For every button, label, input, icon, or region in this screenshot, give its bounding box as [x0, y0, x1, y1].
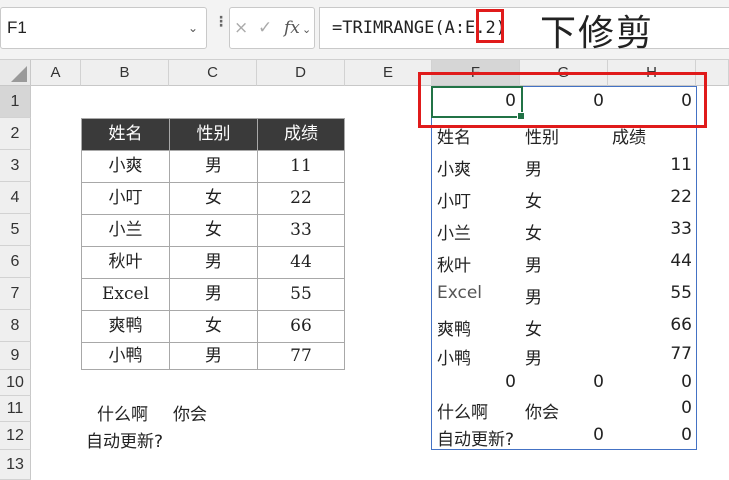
- spill-cell[interactable]: 0: [432, 372, 516, 392]
- row-header-6[interactable]: 6: [0, 246, 31, 278]
- column-header-a[interactable]: A: [31, 60, 81, 86]
- confirm-icon[interactable]: ✓: [258, 18, 272, 38]
- row-header-8[interactable]: 8: [0, 310, 31, 342]
- spill-cell[interactable]: Excel: [437, 283, 482, 303]
- row-header-1[interactable]: 1: [0, 86, 31, 118]
- spill-cell[interactable]: 男: [525, 251, 542, 276]
- spill-cell[interactable]: 44: [608, 251, 692, 271]
- table-cell[interactable]: 22: [257, 182, 345, 215]
- table-cell[interactable]: 小鸭: [81, 342, 170, 370]
- column-header-d[interactable]: D: [257, 60, 345, 86]
- spill-cell[interactable]: 自动更新?: [437, 425, 514, 450]
- table-cell[interactable]: 55: [257, 278, 345, 311]
- spill-cell[interactable]: 22: [608, 187, 692, 207]
- row-header-2[interactable]: 2: [0, 118, 31, 150]
- spill-cell[interactable]: 男: [525, 344, 542, 369]
- name-box-value: F1: [7, 18, 27, 37]
- table-cell[interactable]: 女: [169, 182, 258, 215]
- table-cell[interactable]: 77: [257, 342, 345, 370]
- name-box[interactable]: F1 ⌄: [0, 7, 207, 49]
- row-header-7[interactable]: 7: [0, 278, 31, 310]
- spill-cell[interactable]: 0: [608, 398, 692, 418]
- column-header-b[interactable]: B: [81, 60, 169, 86]
- table-cell[interactable]: 小叮: [81, 182, 170, 215]
- row-header-10[interactable]: 10: [0, 370, 31, 396]
- formula-prefix: =TRIMRANGE(A:E: [332, 18, 476, 38]
- spill-cell[interactable]: 爽鸭: [437, 315, 471, 340]
- spill-cell[interactable]: 77: [608, 344, 692, 364]
- spill-cell[interactable]: 小爽: [437, 155, 471, 180]
- table-cell[interactable]: 66: [257, 310, 345, 343]
- row-header-4[interactable]: 4: [0, 182, 31, 214]
- spill-cell[interactable]: 0: [520, 425, 604, 445]
- spill-cell[interactable]: 0: [608, 425, 692, 445]
- table-cell[interactable]: 小兰: [81, 214, 170, 247]
- table-cell[interactable]: 爽鸭: [81, 310, 170, 343]
- table-cell[interactable]: 11: [257, 150, 345, 183]
- table-cell[interactable]: 男: [169, 246, 258, 279]
- spill-cell[interactable]: 女: [525, 187, 542, 212]
- table-cell[interactable]: 小爽: [81, 150, 170, 183]
- column-header-c[interactable]: C: [169, 60, 257, 86]
- table-cell[interactable]: 女: [169, 214, 258, 247]
- spill-cell[interactable]: 你会: [525, 398, 559, 423]
- formula-input[interactable]: =TRIMRANGE(A:E.2): [319, 7, 729, 49]
- spill-cell[interactable]: 0: [520, 372, 604, 392]
- cancel-icon[interactable]: ×: [234, 18, 248, 38]
- table-cell[interactable]: 男: [169, 342, 258, 370]
- table-header-name[interactable]: 姓名: [81, 118, 170, 151]
- cell-b12[interactable]: 自动更新?: [86, 427, 163, 452]
- spill-cell[interactable]: 33: [608, 219, 692, 239]
- table-cell[interactable]: 33: [257, 214, 345, 247]
- table-cell[interactable]: 44: [257, 246, 345, 279]
- spill-cell[interactable]: 女: [525, 315, 542, 340]
- spill-cell[interactable]: 小鸭: [437, 344, 471, 369]
- table-cell[interactable]: 秋叶: [81, 246, 170, 279]
- chevron-down-icon[interactable]: ⌄: [302, 23, 311, 36]
- spill-cell[interactable]: 秋叶: [437, 251, 471, 276]
- row-header-9[interactable]: 9: [0, 342, 31, 370]
- table-cell[interactable]: Excel: [81, 278, 170, 311]
- cell-b11[interactable]: 什么啊: [97, 400, 148, 425]
- table-cell[interactable]: 男: [169, 150, 258, 183]
- row1-highlight-box: [418, 72, 707, 128]
- spill-cell[interactable]: 小兰: [437, 219, 471, 244]
- row-header-13[interactable]: 13: [0, 450, 31, 480]
- select-all-button[interactable]: [0, 60, 31, 86]
- table-cell[interactable]: 女: [169, 310, 258, 343]
- spill-cell[interactable]: 11: [608, 155, 692, 175]
- more-options-icon[interactable]: ⋮: [214, 14, 228, 30]
- formula-buttons: × ✓ fx ⌄: [229, 7, 315, 49]
- row-header-12[interactable]: 12: [0, 422, 31, 450]
- spill-cell[interactable]: 66: [608, 315, 692, 335]
- annotation-label: 下修剪: [540, 13, 655, 54]
- table-header-gender[interactable]: 性别: [169, 118, 258, 151]
- spill-cell[interactable]: 男: [525, 155, 542, 180]
- insert-function-icon[interactable]: fx: [284, 18, 300, 38]
- cell-c11[interactable]: 你会: [173, 400, 207, 425]
- row-header-5[interactable]: 5: [0, 214, 31, 246]
- formula-highlight-box: [476, 9, 504, 43]
- spill-cell[interactable]: 什么啊: [437, 398, 488, 423]
- chevron-down-icon[interactable]: ⌄: [188, 21, 198, 35]
- table-cell[interactable]: 男: [169, 278, 258, 311]
- spill-cell[interactable]: 男: [525, 283, 542, 308]
- table-header-score[interactable]: 成绩: [257, 118, 345, 151]
- spill-cell[interactable]: 55: [608, 283, 692, 303]
- spill-cell[interactable]: 女: [525, 219, 542, 244]
- spill-cell[interactable]: 小叮: [437, 187, 471, 212]
- row-header-3[interactable]: 3: [0, 150, 31, 182]
- spill-cell[interactable]: 0: [608, 372, 692, 392]
- row-header-11[interactable]: 11: [0, 396, 31, 422]
